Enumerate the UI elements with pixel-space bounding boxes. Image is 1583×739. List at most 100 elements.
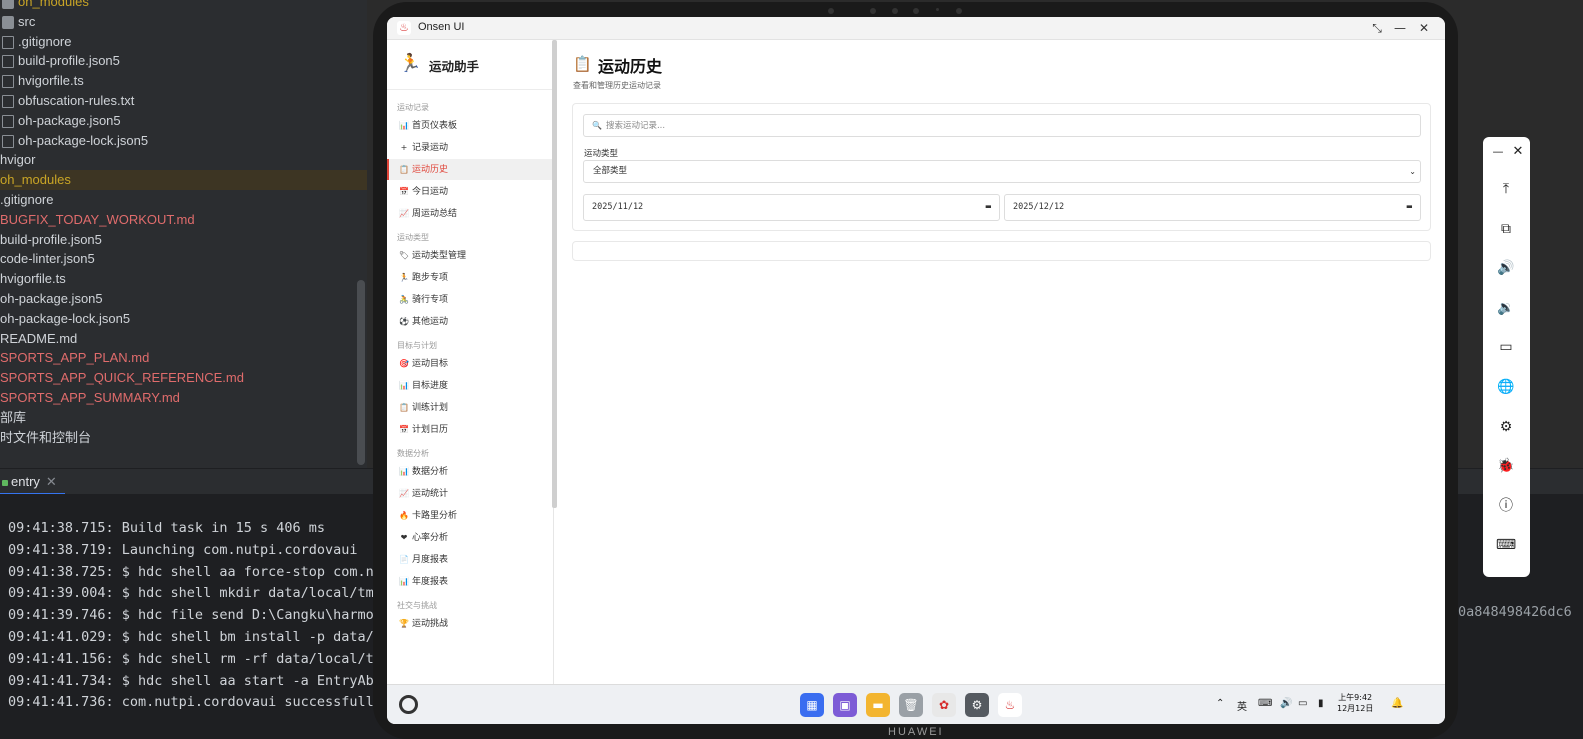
input-method-icon[interactable]: 英 (1237, 698, 1247, 713)
nav-item[interactable]: 📋 训练计划 (387, 397, 553, 418)
tray-expand-icon[interactable]: ⌃ (1216, 698, 1224, 709)
display-icon[interactable]: ▭ (1298, 698, 1307, 709)
sidebar-brand: 🏃 运动助手 (387, 40, 553, 90)
tree-item[interactable]: hvigorfile.ts (0, 269, 367, 289)
files-icon[interactable]: ▬ (866, 693, 890, 717)
nav-item[interactable]: 📊 目标进度 (387, 375, 553, 396)
file-icon (2, 95, 14, 109)
search-input[interactable]: 🔍 搜索运动记录... (583, 114, 1421, 137)
tree-item[interactable]: build-profile.json5 (0, 230, 367, 250)
project-file-tree: oh_modules src .gitignore build-profile.jso… (0, 0, 367, 468)
calendar-icon[interactable]: ▬ (986, 195, 991, 220)
clock[interactable]: 上午9:42 12月12日 (1337, 692, 1373, 714)
tree-item[interactable]: oh-package.json5 (0, 289, 367, 309)
nav-icon: ⚽ (399, 317, 409, 326)
nav-item[interactable]: 🏃 跑步专项 (387, 267, 553, 288)
tree-item[interactable]: obfuscation-rules.txt (0, 91, 367, 111)
tree-item[interactable]: .gitignore (0, 190, 367, 210)
minimize-icon[interactable]: — (1390, 19, 1410, 37)
nav-icon: 📋 (399, 165, 409, 174)
tablet-emulator-frame: HUAWEI ♨ Onsen UI ⤡ — ✕ 🏃 运动助手 运动记录 📊 首页仪表… (373, 2, 1458, 739)
tree-item[interactable]: build-profile.json5 (0, 51, 367, 71)
tree-item[interactable]: src (0, 12, 367, 32)
log-line: 09:41:38.725: $ hdc shell aa force-stop … (8, 563, 382, 580)
nav-item[interactable]: ⚽ 其他运动 (387, 311, 553, 332)
nav-item[interactable]: 📅 今日运动 (387, 181, 553, 202)
tree-item[interactable]: README.md (0, 329, 367, 349)
nav-item[interactable]: 📅 计划日历 (387, 419, 553, 440)
nav-item[interactable]: 🏆 运动挑战 (387, 613, 553, 634)
log-line: 09:41:38.715: Build task in 15 s 406 ms (8, 520, 325, 536)
tablet-screen: ♨ Onsen UI ⤡ — ✕ 🏃 运动助手 运动记录 📊 首页仪表板 + 记录运动 📋… (387, 17, 1445, 724)
tree-item[interactable]: oh-package-lock.json5 (0, 309, 367, 329)
volume-icon[interactable]: 🔊 (1280, 698, 1292, 709)
nav-icon: 📊 (399, 121, 409, 130)
tree-item[interactable]: BUGFIX_TODAY_WORKOUT.md (0, 210, 367, 230)
minimize-toolbar-icon[interactable]: — (1487, 141, 1509, 163)
tree-item[interactable]: oh-package-lock.json5 (0, 131, 367, 151)
tree-item[interactable]: oh_modules (0, 0, 367, 12)
battery-icon[interactable]: ▮ (1318, 698, 1324, 709)
nav-item[interactable]: 📈 运动统计 (387, 483, 553, 504)
settings-icon[interactable]: ⚙ (965, 693, 989, 717)
gear-icon[interactable]: ⚙ (1495, 416, 1517, 438)
nav-item[interactable]: 📈 周运动总结 (387, 203, 553, 224)
nav-item[interactable]: 🔥 卡路里分析 (387, 505, 553, 526)
nav-icon: 🚴 (399, 295, 409, 304)
main-content: 📋 运动历史 查看和管理历史运动记录 🔍 搜索运动记录... 运动类型 全部类型 ⌄… (557, 40, 1445, 684)
file-icon (2, 134, 14, 148)
volume-up-icon[interactable]: 🔊 (1495, 257, 1517, 279)
tree-item[interactable]: 部库 (0, 408, 367, 428)
restore-icon[interactable]: ⤡ (1367, 19, 1387, 37)
tree-item[interactable]: hvigorfile.ts (0, 71, 367, 91)
nav-item[interactable]: 📊 数据分析 (387, 461, 553, 482)
nav-icon: ❤ (400, 533, 408, 542)
type-select[interactable]: 全部类型 ⌄ (583, 160, 1421, 183)
close-toolbar-icon[interactable]: ✕ (1507, 141, 1529, 163)
bug-icon[interactable]: 🐞 (1495, 455, 1517, 477)
onsen-app-icon[interactable]: ♨ (998, 693, 1022, 717)
nav-item[interactable]: + 记录运动 (387, 137, 553, 158)
log-line: 09:41:39.004: $ hdc shell mkdir data/loc… (8, 585, 382, 602)
run-tab-entry[interactable]: entry ✕ (0, 469, 65, 495)
tree-item[interactable]: .gitignore (0, 32, 367, 52)
nav-icon: 🏃 (399, 273, 409, 282)
tree-item[interactable]: SPORTS_APP_SUMMARY.md (0, 388, 367, 408)
multitask-icon[interactable]: ▣ (833, 693, 857, 717)
app-grid-icon[interactable]: ▦ (800, 693, 824, 717)
app-sidebar: 🏃 运动助手 运动记录 📊 首页仪表板 + 记录运动 📋 运动历史 📅 今日运动 📈 周运动总结 运动… (387, 40, 554, 684)
volume-down-icon[interactable]: 🔉 (1495, 297, 1517, 319)
date-from-input[interactable]: 2025/11/12 ▬ (583, 194, 1000, 221)
date-to-input[interactable]: 2025/12/12 ▬ (1004, 194, 1421, 221)
nav-item[interactable]: 📊 首页仪表板 (387, 115, 553, 136)
tree-item[interactable]: SPORTS_APP_QUICK_REFERENCE.md (0, 368, 367, 388)
tree-item[interactable]: oh_modules (0, 170, 367, 191)
tree-scrollbar[interactable] (357, 280, 365, 465)
tree-item[interactable]: oh-package.json5 (0, 111, 367, 131)
crop-icon[interactable]: ⧉ (1495, 218, 1517, 240)
nav-item[interactable]: 🏷 运动类型管理 (387, 245, 553, 266)
nav-item[interactable]: 📊 年度报表 (387, 571, 553, 592)
nav-item[interactable]: 📋 运动历史 (387, 159, 553, 180)
close-window-icon[interactable]: ✕ (1414, 19, 1434, 37)
tree-item[interactable]: hvigor (0, 150, 367, 170)
notification-bell-icon[interactable]: 🔔 (1391, 698, 1403, 709)
keyboard-icon[interactable]: ⌨ (1495, 534, 1517, 556)
info-icon[interactable]: ⓘ (1495, 495, 1517, 517)
tree-item[interactable]: code-linter.json5 (0, 249, 367, 269)
nav-item[interactable]: 🎯 运动目标 (387, 353, 553, 374)
trash-icon[interactable]: 🗑 (899, 693, 923, 717)
tree-item[interactable]: SPORTS_APP_PLAN.md (0, 348, 367, 368)
power-icon[interactable]: ▭ (1495, 336, 1517, 358)
gallery-icon[interactable]: ✿ (932, 693, 956, 717)
start-button[interactable] (399, 695, 418, 714)
nav-item[interactable]: ❤ 心率分析 (387, 527, 553, 548)
keyboard-tray-icon[interactable]: ⌨ (1258, 698, 1272, 709)
globe-icon[interactable]: 🌐 (1495, 376, 1517, 398)
close-tab-icon[interactable]: ✕ (46, 474, 57, 489)
scroll-top-icon[interactable]: ⤒ (1495, 178, 1517, 200)
nav-item[interactable]: 🚴 骑行专项 (387, 289, 553, 310)
calendar-icon[interactable]: ▬ (1407, 195, 1412, 220)
tree-item[interactable]: 时文件和控制台 (0, 428, 367, 448)
nav-item[interactable]: 📄 月度报表 (387, 549, 553, 570)
